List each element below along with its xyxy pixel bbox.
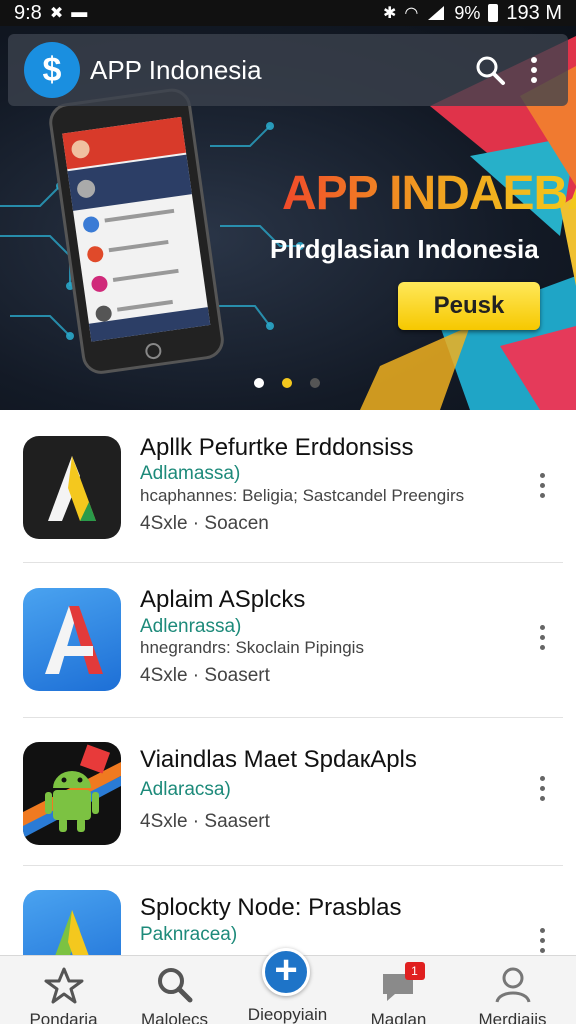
search-button[interactable] xyxy=(468,48,512,92)
person-icon xyxy=(491,966,535,1004)
carousel-dot[interactable] xyxy=(254,378,264,388)
nav-item-pondaria[interactable]: Pondaria xyxy=(6,956,121,1024)
item-more-button[interactable] xyxy=(528,617,556,657)
app-bar: $ APP Indonesia xyxy=(8,34,568,106)
add-button[interactable]: + xyxy=(262,948,310,996)
signal-icon xyxy=(428,6,445,20)
app-name: Apllk Pefurtke Erddonsiss xyxy=(140,434,414,461)
data-usage: 193 M xyxy=(506,1,562,24)
divider xyxy=(23,717,563,718)
divider xyxy=(23,562,563,563)
app-category: Adlaracsa) xyxy=(140,779,231,800)
item-more-button[interactable] xyxy=(528,920,556,955)
status-bar: 9:8 ✖ ▬ ✱ ◠ 9% 193 M xyxy=(0,0,576,26)
app-category: Paknracea) xyxy=(140,924,238,945)
search-icon xyxy=(476,56,505,85)
bottom-navigation: Pondaria Malolecs Dieopyiain + 1 Maglan … xyxy=(0,948,576,1024)
notification-badge: 1 xyxy=(404,962,425,980)
app-title: APP Indonesia xyxy=(90,54,262,85)
app-name: Aplaim ASplcks xyxy=(140,586,306,613)
carousel-dot[interactable] xyxy=(310,378,320,388)
overflow-menu-button[interactable] xyxy=(512,48,556,92)
chat-icon: 1 xyxy=(377,962,425,1004)
app-meta: 4Sxle · Soacen xyxy=(140,513,269,534)
app-logo-icon: $ xyxy=(24,42,80,98)
star-icon xyxy=(42,966,86,1004)
search-icon xyxy=(153,966,197,1004)
item-more-button[interactable] xyxy=(528,768,556,808)
add-icon: + xyxy=(274,948,298,992)
app-name: Splockty Node: Prasblas xyxy=(140,894,402,921)
hero-cta-button[interactable]: Peusk xyxy=(398,282,540,330)
nav-label: Maglan xyxy=(370,1010,427,1024)
app-category: Adlamassa) xyxy=(140,463,241,484)
app-name: Viaindlas Maet SpdaкApls xyxy=(140,746,417,773)
notification-icon: ✖ xyxy=(49,5,64,22)
settings-icon: ✱ xyxy=(383,5,397,22)
app-icon xyxy=(23,436,121,539)
more-vert-icon xyxy=(531,57,537,83)
nav-label: Malolecs xyxy=(140,1010,209,1024)
app-category: Adlenrassa) xyxy=(140,616,242,637)
app-meta: 4Sxle · Saasert xyxy=(140,811,270,832)
app-icon xyxy=(23,742,121,845)
hero-subtitle: Plrdglasian Indonesia xyxy=(270,234,539,264)
battery-icon xyxy=(488,4,499,22)
carousel-indicator xyxy=(254,378,320,388)
nav-item-malolecs[interactable]: Malolecs xyxy=(117,956,232,1024)
hero-banner[interactable]: $ APP Indonesia APP INDAEBAI Plrdglasian… xyxy=(0,26,576,410)
item-more-button[interactable] xyxy=(528,465,556,505)
app-description: hcaphannes: Beligia; Sastcandel Preengir… xyxy=(140,486,465,505)
nav-item-maglan[interactable]: 1 Maglan xyxy=(341,956,456,1024)
app-description: hnegrandrs: Skoclain Pipingis xyxy=(140,638,364,657)
divider xyxy=(23,865,563,866)
nav-label: Dieopyiain xyxy=(247,1005,328,1024)
app-list: Apllk Pefurtke Erddonsiss Adlamassa) hca… xyxy=(0,410,576,955)
message-icon: ▬ xyxy=(71,4,88,21)
status-time: 9:8 xyxy=(14,1,42,24)
hero-title: APP INDAEBAI xyxy=(282,166,576,221)
carousel-dot-active[interactable] xyxy=(282,378,292,388)
battery-percent: 9% xyxy=(454,2,481,23)
app-icon xyxy=(23,890,121,955)
nav-label: Pondaria xyxy=(29,1010,98,1024)
nav-label: Merdiaiis xyxy=(478,1010,547,1024)
app-meta: 4Sxle · Soasert xyxy=(140,665,270,686)
wifi-icon: ◠ xyxy=(404,5,419,22)
app-icon xyxy=(23,588,121,691)
nav-item-merdiaiis[interactable]: Merdiaiis xyxy=(455,956,570,1024)
